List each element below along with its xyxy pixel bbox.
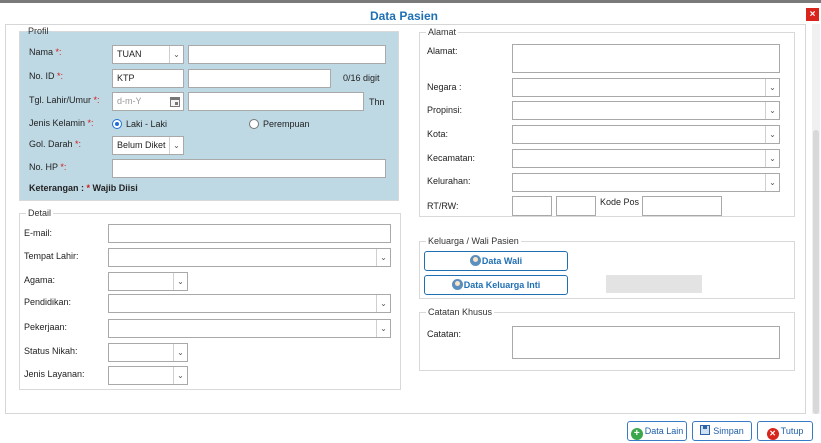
agama-select[interactable]: ⌄	[108, 272, 188, 291]
umur-input[interactable]	[188, 92, 364, 111]
status-nikah-label: Status Nikah:	[24, 346, 78, 356]
tgl-lahir-label: Tgl. Lahir/Umur *:	[29, 95, 100, 105]
no-hp-input[interactable]	[112, 159, 386, 178]
propinsi-select[interactable]: ⌄	[512, 101, 780, 120]
keluarga-legend: Keluarga / Wali Pasien	[428, 236, 519, 246]
propinsi-label: Propinsi:	[427, 105, 463, 115]
keluarga-status-box	[606, 275, 702, 293]
kota-select[interactable]: ⌄	[512, 125, 780, 144]
noid-type-input[interactable]: KTP	[112, 69, 184, 88]
data-keluarga-inti-button[interactable]: Data Keluarga Inti	[424, 275, 568, 295]
alamat-label: Alamat:	[427, 46, 458, 56]
dialog-title: Data Pasien	[369, 9, 439, 23]
chevron-down-icon: ⌄	[765, 150, 779, 167]
tempat-lahir-label: Tempat Lahir:	[24, 251, 79, 261]
catatan-textarea[interactable]	[512, 326, 780, 359]
chevron-down-icon: ⌄	[169, 46, 183, 63]
chevron-down-icon: ⌄	[376, 295, 390, 312]
person-icon	[451, 279, 463, 290]
noid-counter: 0/16 digit	[343, 73, 380, 83]
scrollbar-thumb[interactable]	[813, 130, 819, 414]
tutup-button[interactable]: ✕ Tutup	[757, 421, 813, 441]
nama-title-select[interactable]: TUAN ⌄	[112, 45, 184, 64]
jenis-layanan-label: Jenis Layanan:	[24, 369, 85, 379]
window-top-border	[0, 0, 821, 3]
tempat-lahir-select[interactable]: ⌄	[108, 248, 391, 267]
pendidikan-select[interactable]: ⌄	[108, 294, 391, 313]
kota-label: Kota:	[427, 129, 449, 139]
radio-laki-laki-label[interactable]: Laki - Laki	[126, 119, 167, 129]
email-input[interactable]	[108, 224, 391, 243]
required-note: Keterangan : * Wajib Diisi	[29, 183, 138, 193]
kode-pos-input[interactable]	[642, 196, 722, 216]
data-lain-button[interactable]: + Data Lain	[627, 421, 687, 441]
pekerjaan-select[interactable]: ⌄	[108, 319, 391, 338]
email-label: E-mail:	[24, 228, 53, 238]
agama-label: Agama:	[24, 275, 56, 285]
save-icon	[700, 425, 711, 435]
catatan-legend: Catatan Khusus	[428, 307, 493, 317]
gol-darah-select[interactable]: Belum Diket ⌄	[112, 136, 184, 155]
rt-input[interactable]	[512, 196, 552, 216]
detail-legend: Detail	[28, 208, 52, 218]
chevron-down-icon: ⌄	[376, 249, 390, 266]
data-wali-button[interactable]: Data Wali	[424, 251, 568, 271]
simpan-button[interactable]: Simpan	[692, 421, 752, 441]
rtrw-label: RT/RW:	[427, 201, 459, 211]
noid-label: No. ID *:	[29, 71, 64, 81]
chevron-down-icon: ⌄	[173, 273, 187, 290]
chevron-down-icon: ⌄	[376, 320, 390, 337]
jenis-kelamin-label: Jenis Kelamin *:	[29, 118, 94, 128]
kecamatan-select[interactable]: ⌄	[512, 149, 780, 168]
alamat-textarea[interactable]	[512, 44, 780, 73]
chevron-down-icon: ⌄	[765, 174, 779, 191]
person-icon	[469, 255, 481, 266]
chevron-down-icon: ⌄	[169, 137, 183, 154]
radio-laki-laki[interactable]	[112, 119, 122, 129]
chevron-down-icon: ⌄	[765, 126, 779, 143]
radio-perempuan[interactable]	[249, 119, 259, 129]
chevron-down-icon: ⌄	[173, 367, 187, 384]
negara-label: Negara :	[427, 82, 462, 92]
umur-unit: Thn	[369, 97, 385, 107]
chevron-down-icon: ⌄	[765, 102, 779, 119]
kecamatan-label: Kecamatan:	[427, 153, 476, 163]
jenis-layanan-select[interactable]: ⌄	[108, 366, 188, 385]
close-circle-icon: ✕	[766, 428, 779, 440]
chevron-down-icon: ⌄	[765, 79, 779, 96]
radio-perempuan-label[interactable]: Perempuan	[263, 119, 310, 129]
kelurahan-select[interactable]: ⌄	[512, 173, 780, 192]
status-nikah-select[interactable]: ⌄	[108, 343, 188, 362]
calendar-icon[interactable]	[170, 97, 180, 107]
profil-legend: Profil	[28, 26, 49, 36]
tgl-lahir-input[interactable]: d-m-Y	[112, 92, 184, 111]
pekerjaan-label: Pekerjaan:	[24, 322, 68, 332]
pendidikan-label: Pendidikan:	[24, 297, 72, 307]
nama-label: Nama *:	[29, 47, 62, 57]
chevron-down-icon: ⌄	[173, 344, 187, 361]
gol-darah-label: Gol. Darah *:	[29, 139, 82, 149]
alamat-legend: Alamat	[428, 27, 457, 37]
noid-input[interactable]	[188, 69, 331, 88]
kelurahan-label: Kelurahan:	[427, 176, 471, 186]
negara-select[interactable]: ⌄	[512, 78, 780, 97]
no-hp-label: No. HP *:	[29, 162, 67, 172]
nama-input[interactable]	[188, 45, 386, 64]
catatan-label: Catatan:	[427, 329, 462, 339]
rw-input[interactable]	[556, 196, 596, 216]
kode-pos-label: Kode Pos	[600, 197, 640, 207]
plus-circle-icon: +	[630, 428, 643, 440]
close-icon[interactable]: ×	[806, 8, 819, 21]
